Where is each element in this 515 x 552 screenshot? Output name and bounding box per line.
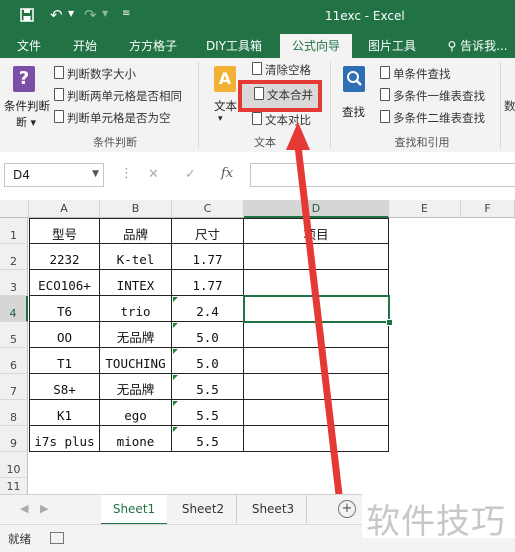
sheet-nav-right-icon[interactable]: ▶	[40, 502, 48, 515]
sheet-tab-label: Sheet2	[181, 502, 225, 516]
add-sheet-icon[interactable]: +	[338, 500, 356, 518]
sheet-tab-bar: ◀ ▶ Sheet1 Sheet2 Sheet3 +	[0, 494, 362, 526]
macro-record-icon[interactable]	[50, 532, 64, 544]
sheet-tab-label: Sheet1	[112, 502, 156, 516]
watermark-text: 软件技巧	[366, 502, 506, 542]
sheet-tab-sheet1[interactable]: Sheet1	[101, 495, 167, 526]
watermark: 软件技巧	[362, 486, 515, 542]
sheet-tab-sheet2[interactable]: Sheet2	[170, 495, 237, 523]
sheet-tab-sheet3[interactable]: Sheet3	[240, 495, 307, 523]
sheet-tab-label: Sheet3	[251, 502, 295, 516]
annotation-arrow	[286, 122, 346, 524]
status-ready: 就绪	[8, 532, 31, 546]
sheet-nav-left-icon[interactable]: ◀	[20, 502, 28, 515]
